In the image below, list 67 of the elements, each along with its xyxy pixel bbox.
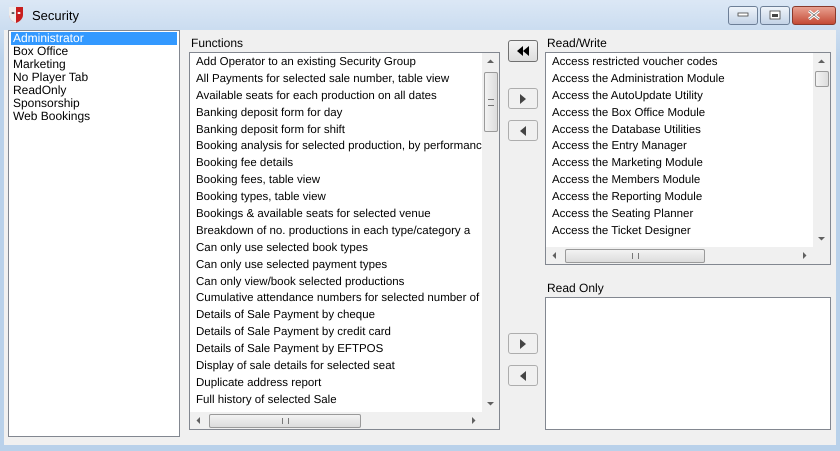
function-item[interactable]: Banking deposit form for shift [196,122,482,138]
scroll-thumb[interactable] [209,414,361,428]
right-triangle-icon [520,94,526,104]
shield-mask-icon [8,6,24,24]
move-right-button[interactable] [508,333,538,354]
function-item[interactable]: Bookings & available seats for selected venue [196,206,482,223]
read-write-label: Read/Write [547,36,607,50]
move-left-button[interactable] [508,120,538,141]
minimize-icon [737,12,749,18]
permission-item[interactable]: Access restricted voucher codes [552,54,813,71]
function-item[interactable]: Booking types, table view [196,189,482,206]
function-item[interactable]: Details of Sale Payment by cheque [196,307,482,324]
vertical-scrollbar[interactable] [482,53,499,412]
close-button[interactable] [792,6,836,24]
group-item[interactable]: Marketing [11,58,177,71]
function-item[interactable]: Display of sale details for selected seat [196,358,482,375]
double-left-triangle-icon [517,46,529,56]
function-item[interactable]: Breakdown of no. productions in each type/category a [196,222,482,240]
function-item[interactable]: Can only use selected payment types [196,256,482,274]
remove-all-button[interactable] [508,40,538,62]
read-only-label: Read Only [547,281,604,295]
permission-item[interactable]: Access the Ticket Designer [552,222,813,240]
scroll-thumb[interactable] [484,72,498,132]
left-triangle-icon [520,126,526,136]
permission-item[interactable]: Access the Administration Module [552,70,813,88]
scroll-thumb[interactable] [814,71,828,87]
permission-item[interactable]: Access the Entry Manager [552,138,813,156]
function-item[interactable]: Available seats for each production on all dates [196,88,482,105]
maximize-button[interactable] [760,6,790,24]
function-item[interactable]: Booking analysis for selected production, by performanc [196,138,482,156]
function-item[interactable]: Full history of selected Sale [196,392,482,409]
group-item[interactable]: Box Office [11,45,177,58]
function-item[interactable]: Booking fees, table view [196,172,482,190]
group-item[interactable]: Sponsorship [11,97,177,110]
horizontal-scrollbar[interactable] [546,247,830,264]
maximize-icon [769,10,781,20]
group-item[interactable]: ReadOnly [11,84,177,97]
function-item[interactable]: Can only view/book selected productions [196,274,482,290]
permission-item[interactable]: Access the Marketing Module [552,155,813,172]
move-left-button[interactable] [508,365,538,386]
window-title: Security [32,8,79,22]
move-right-button[interactable] [508,88,538,109]
function-item[interactable]: Add Operator to an existing Security Group [196,54,482,71]
right-triangle-icon [520,338,526,348]
function-item[interactable]: Can only use selected book types [196,240,482,257]
function-item[interactable]: Banking deposit form for day [196,104,482,122]
group-item[interactable]: Web Bookings [11,110,177,123]
minimize-button[interactable] [728,6,758,24]
permission-item[interactable]: Access the Seating Planner [552,206,813,223]
permission-item[interactable]: Access the Members Module [552,172,813,190]
function-item[interactable]: Details of Sale Payment by credit card [196,324,482,342]
function-item[interactable]: Cumulative attendance numbers for selected number of [196,290,482,308]
group-item[interactable]: No Player Tab [11,71,177,84]
horizontal-scrollbar[interactable] [190,412,499,429]
scroll-thumb[interactable] [565,248,705,262]
vertical-scrollbar[interactable] [813,53,830,247]
function-item[interactable]: Booking fee details [196,155,482,172]
function-item[interactable]: Details of Sale Payment by EFTPOS [196,341,482,358]
close-icon [807,10,821,20]
function-item[interactable]: Duplicate address report [196,374,482,392]
function-item[interactable]: All Payments for selected sale number, table view [196,70,482,88]
permission-item[interactable]: Access the Database Utilities [552,122,813,138]
permission-item[interactable]: Access the Reporting Module [552,189,813,206]
permission-item[interactable]: Access the Box Office Module [552,104,813,122]
left-triangle-icon [520,370,526,380]
functions-label: Functions [191,36,244,50]
permission-item[interactable]: Access the AutoUpdate Utility [552,88,813,105]
